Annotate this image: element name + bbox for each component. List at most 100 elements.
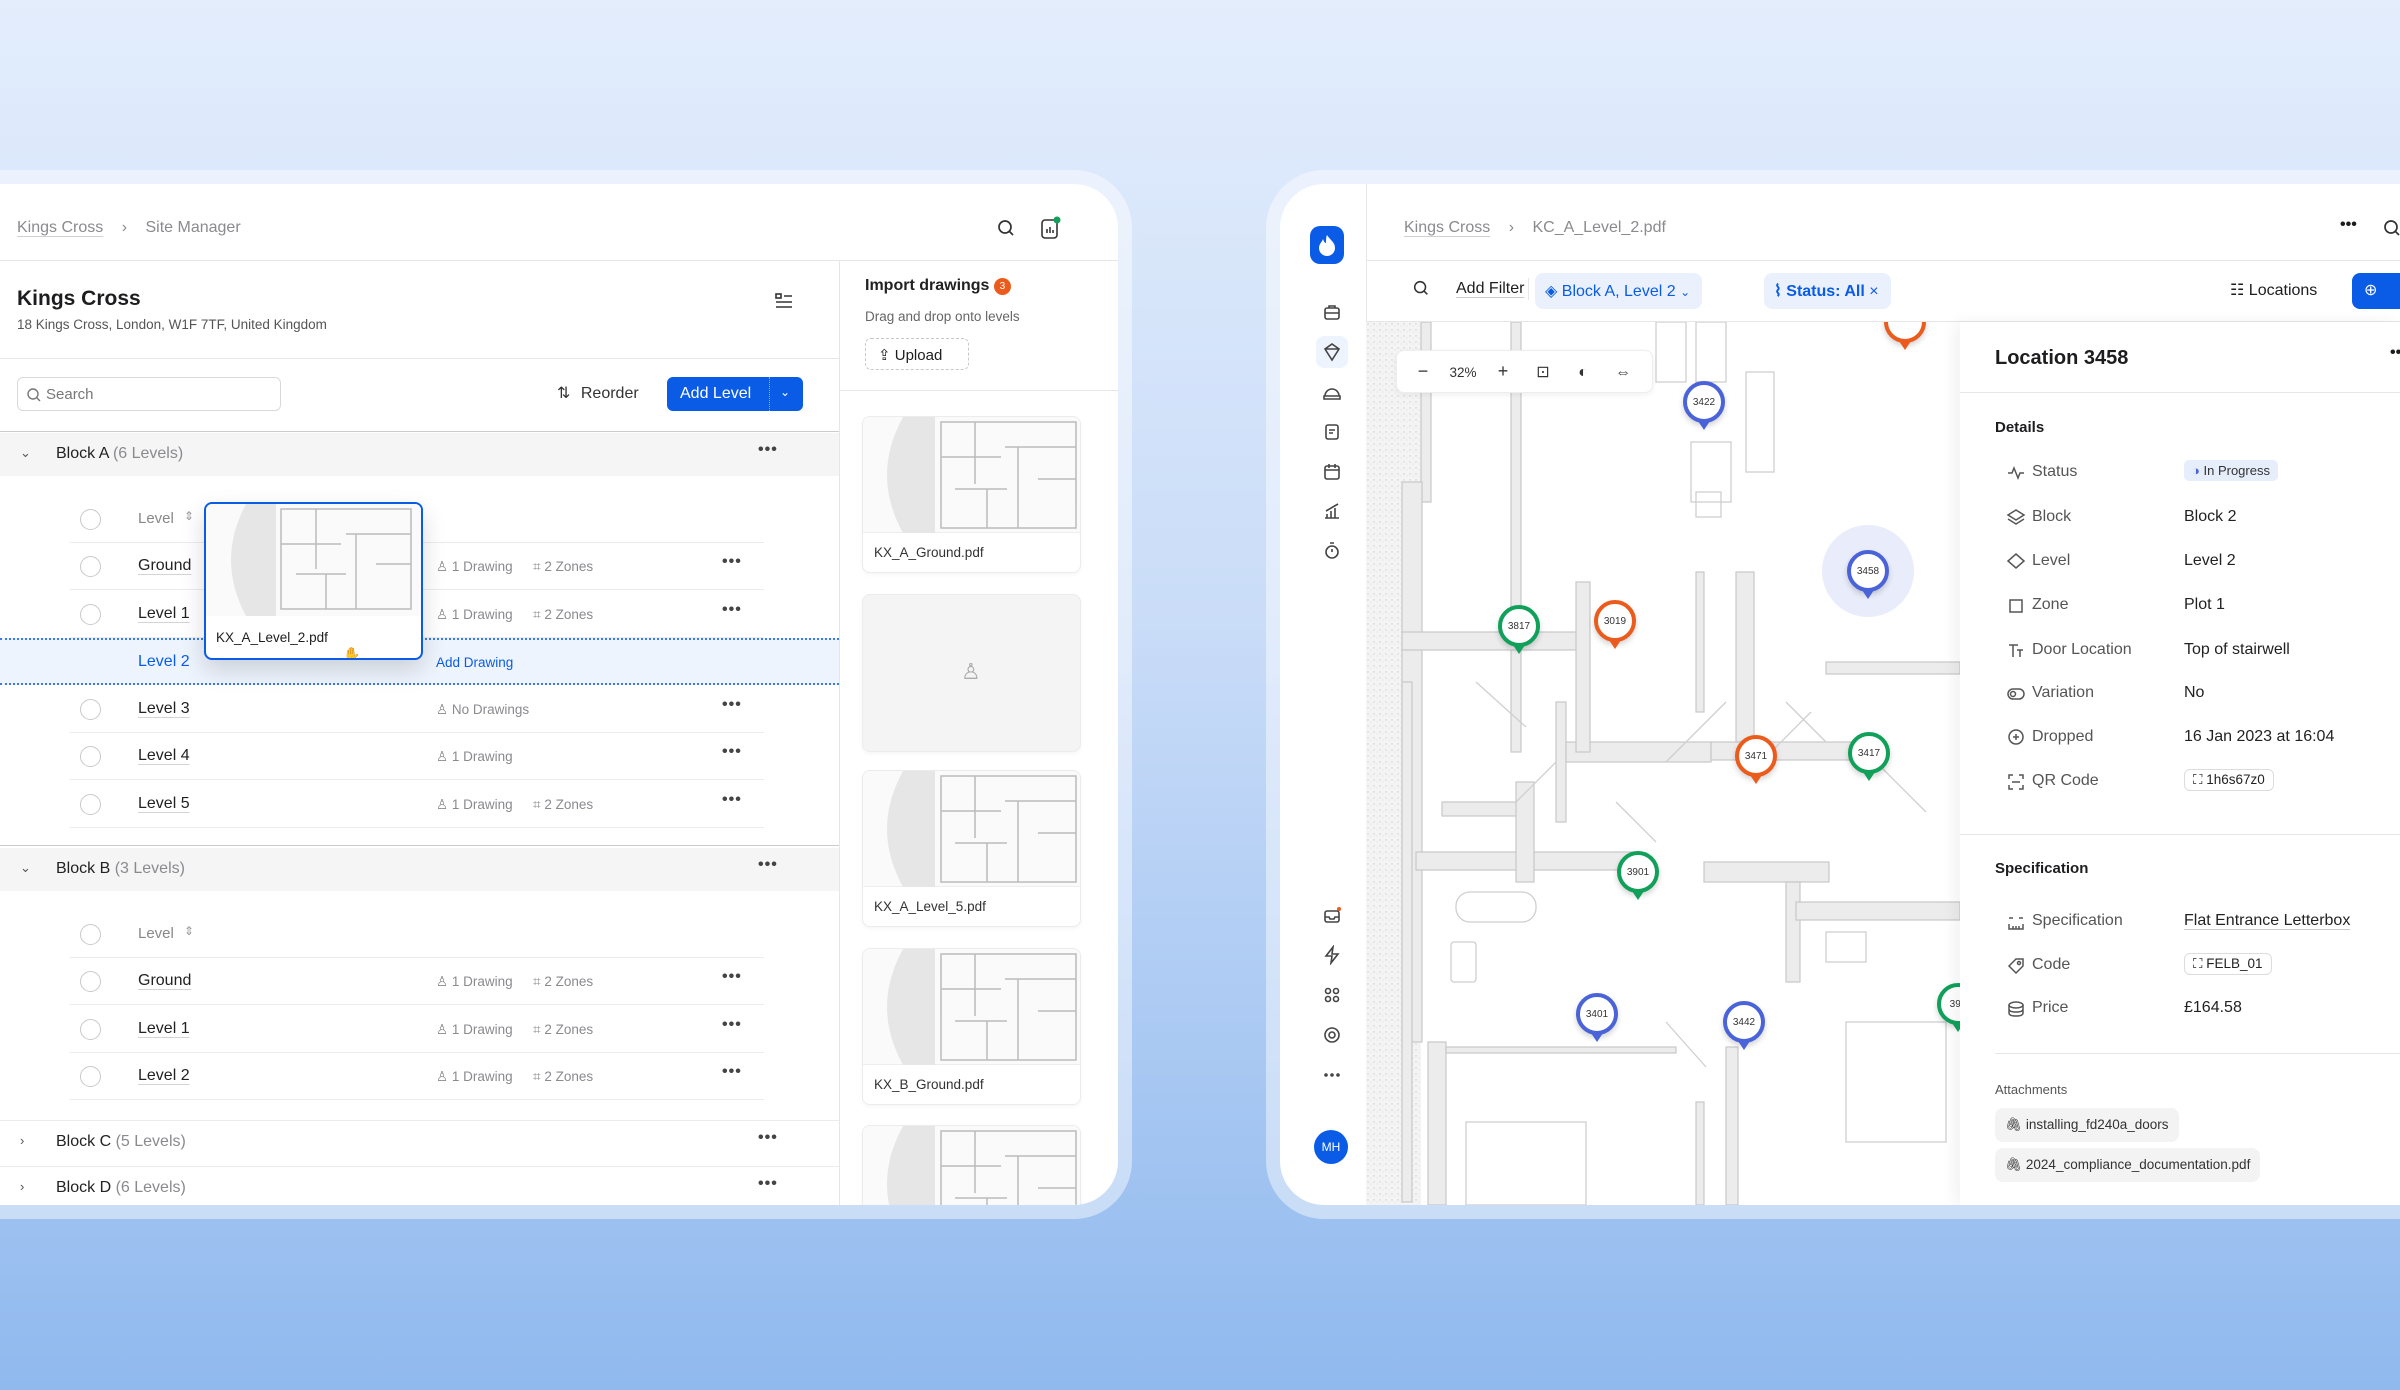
- dragged-drawing-card[interactable]: KX_A_Level_2.pdf ✋: [204, 502, 423, 660]
- sidebar-settings-icon[interactable]: [1316, 1019, 1348, 1051]
- app-logo-flame-icon[interactable]: [1310, 226, 1344, 264]
- more-icon[interactable]: •••: [722, 696, 742, 714]
- level-row[interactable]: Ground ♙ 1 Drawing ⌗ 2 Zones •••: [70, 958, 764, 1005]
- more-icon[interactable]: •••: [758, 1175, 778, 1193]
- location-pin[interactable]: 3401: [1576, 993, 1618, 1042]
- drawing-card[interactable]: KX_B_Ground.pdf: [862, 948, 1081, 1105]
- search-icon[interactable]: [1412, 279, 1430, 302]
- level-name[interactable]: Level 4: [138, 747, 190, 765]
- level-name[interactable]: Level 1: [138, 605, 190, 623]
- more-icon[interactable]: •••: [722, 968, 742, 986]
- chevron-right-icon[interactable]: ›: [20, 1133, 24, 1148]
- add-filter-button[interactable]: Add Filter: [1456, 280, 1524, 298]
- sidebar-hardhat-icon[interactable]: [1316, 376, 1348, 408]
- location-pin[interactable]: 3417: [1848, 732, 1890, 781]
- location-pin[interactable]: 3901: [1617, 851, 1659, 900]
- breadcrumb-kings-cross[interactable]: Kings Cross: [17, 219, 103, 236]
- locations-button[interactable]: ☷ Locations: [2230, 280, 2317, 300]
- block-header-d[interactable]: › Block D (6 Levels) •••: [0, 1166, 839, 1205]
- block-header-a[interactable]: ⌄ Block A (6 Levels) •••: [0, 433, 839, 476]
- sidebar-lightning-icon[interactable]: [1316, 939, 1348, 971]
- level-name[interactable]: Level 2: [138, 653, 190, 671]
- chevron-right-icon[interactable]: ›: [20, 1179, 24, 1194]
- row-checkbox[interactable]: [80, 1066, 101, 1087]
- chevron-down-icon[interactable]: ⌄: [780, 385, 790, 399]
- level-row[interactable]: Level 4 ♙ 1 Drawing •••: [70, 733, 764, 780]
- location-pin[interactable]: 3442: [1723, 1001, 1765, 1050]
- location-pin[interactable]: 3817: [1498, 605, 1540, 654]
- block-header-c[interactable]: › Block C (5 Levels) •••: [0, 1120, 839, 1163]
- sidebar-inbox-icon[interactable]: [1316, 900, 1348, 932]
- row-checkbox[interactable]: [80, 1018, 101, 1040]
- attachment-chip[interactable]: 🖇 2024_compliance_documentation.pdf: [1995, 1148, 2261, 1182]
- sidebar-more-icon[interactable]: [1316, 1059, 1348, 1091]
- level-col-label[interactable]: Level: [138, 510, 174, 527]
- level-name[interactable]: Level 5: [138, 795, 190, 813]
- location-pin[interactable]: 3422: [1683, 381, 1725, 430]
- row-checkbox[interactable]: [80, 698, 101, 720]
- level-col-label[interactable]: Level: [138, 925, 174, 942]
- more-icon[interactable]: •••: [722, 1063, 742, 1081]
- drawing-card[interactable]: KX_A_Ground.pdf: [862, 416, 1081, 573]
- sidebar-cube-icon[interactable]: [1316, 336, 1348, 368]
- more-icon[interactable]: ••: [2390, 344, 2400, 362]
- more-icon[interactable]: •••: [722, 601, 742, 619]
- select-all-checkbox[interactable]: [80, 924, 101, 945]
- zoom-in-button[interactable]: +: [1483, 361, 1523, 382]
- block-header-b[interactable]: ⌄ Block B (3 Levels) •••: [0, 848, 839, 891]
- sidebar-document-icon[interactable]: [1316, 416, 1348, 448]
- sidebar-apps-icon[interactable]: [1316, 979, 1348, 1011]
- row-checkbox[interactable]: [80, 556, 101, 577]
- level-row[interactable]: Level 5 ♙ 1 Drawing ⌗ 2 Zones •••: [70, 781, 764, 828]
- upload-button[interactable]: ⇪ Upload: [865, 338, 969, 370]
- floorplan-canvas[interactable]: −32% + ⊡ ◐ ⇔ 3422 3458 3817 3019 3471 3417 3901 340…: [1366, 322, 1960, 1205]
- more-icon[interactable]: •••: [758, 1129, 778, 1147]
- search-icon[interactable]: [996, 218, 1016, 244]
- add-level-button[interactable]: Add Level ⌄: [667, 377, 803, 411]
- location-pin[interactable]: 3019: [1594, 600, 1636, 649]
- sort-icon[interactable]: ⇕: [184, 924, 194, 938]
- row-checkbox[interactable]: [80, 603, 101, 625]
- status-filter-chip[interactable]: ⌇ Status: All ×: [1764, 273, 1891, 309]
- contrast-icon[interactable]: ◐: [1563, 364, 1603, 382]
- level-name[interactable]: Level 2: [138, 1067, 190, 1085]
- reorder-button[interactable]: ⇅ Reorder: [557, 383, 639, 403]
- sort-icon[interactable]: ⇕: [184, 509, 194, 523]
- more-icon[interactable]: •••: [722, 791, 742, 809]
- select-all-checkbox[interactable]: [80, 509, 101, 530]
- more-icon[interactable]: •••: [758, 856, 778, 874]
- location-pin[interactable]: 3458: [1847, 550, 1889, 599]
- sidebar-briefcase-icon[interactable]: [1316, 296, 1348, 328]
- search-icon[interactable]: [2382, 218, 2400, 243]
- close-icon[interactable]: ×: [1869, 283, 1878, 300]
- level-name[interactable]: Level 1: [138, 1020, 190, 1038]
- row-checkbox[interactable]: [80, 746, 101, 767]
- list-view-icon[interactable]: [774, 292, 794, 315]
- level-row[interactable]: Level 3 ♙ No Drawings •••: [70, 686, 764, 733]
- chevron-down-icon[interactable]: ⌄: [20, 860, 31, 876]
- location-pin[interactable]: 3471: [1735, 735, 1777, 784]
- drawing-card[interactable]: KX_A_Level_5.pdf: [862, 770, 1081, 927]
- more-icon[interactable]: •••: [758, 441, 778, 459]
- sidebar-stopwatch-icon[interactable]: [1316, 535, 1348, 567]
- fit-width-icon[interactable]: ⇔: [1603, 364, 1643, 382]
- chevron-down-icon[interactable]: ⌄: [20, 445, 31, 461]
- more-icon[interactable]: •••: [722, 553, 742, 571]
- more-icon[interactable]: •••: [2340, 216, 2357, 234]
- add-drawing-link[interactable]: Add Drawing: [436, 655, 513, 670]
- avatar[interactable]: MH: [1314, 1130, 1348, 1164]
- level-name[interactable]: Level 3: [138, 700, 190, 718]
- more-icon[interactable]: •••: [722, 1016, 742, 1034]
- attachment-chip[interactable]: 🖇 installing_fd240a_doors: [1995, 1108, 2179, 1142]
- level-row[interactable]: Level 2 ♙ 1 Drawing ⌗ 2 Zones •••: [70, 1053, 764, 1100]
- more-icon[interactable]: •••: [722, 743, 742, 761]
- row-checkbox[interactable]: [80, 971, 101, 992]
- row-checkbox[interactable]: [80, 793, 101, 815]
- level-name[interactable]: Ground: [138, 972, 191, 990]
- specification-link[interactable]: Flat Entrance Letterbox: [2184, 912, 2350, 930]
- zoom-out-button[interactable]: −: [1403, 361, 1443, 382]
- block-level-filter-chip[interactable]: ◈ Block A, Level 2 ⌄: [1535, 273, 1703, 309]
- sidebar-calendar-icon[interactable]: [1316, 456, 1348, 488]
- search-input[interactable]: Search: [17, 377, 281, 411]
- qr-code-chip[interactable]: ⛶ 1h6s67z0: [2184, 769, 2274, 791]
